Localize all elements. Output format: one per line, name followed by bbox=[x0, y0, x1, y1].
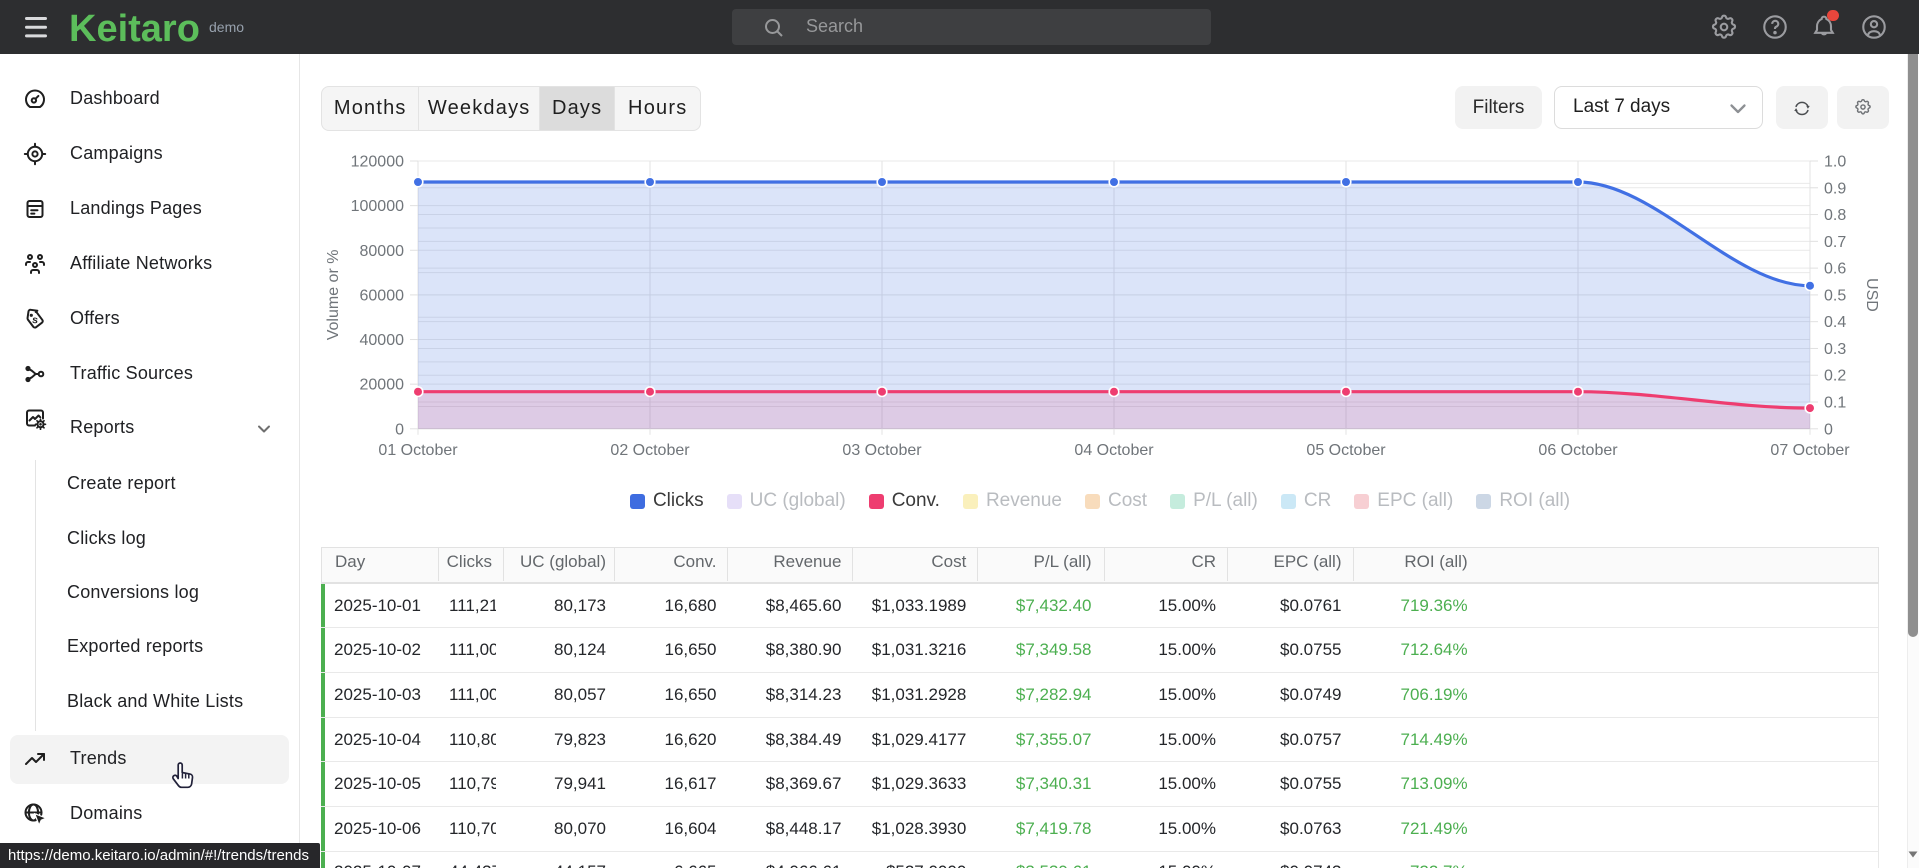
svg-text:0.2: 0.2 bbox=[1824, 368, 1846, 385]
svg-text:07 October: 07 October bbox=[1770, 442, 1850, 459]
svg-text:0.7: 0.7 bbox=[1824, 234, 1846, 251]
svg-text:0.4: 0.4 bbox=[1824, 314, 1846, 331]
svg-text:03 October: 03 October bbox=[842, 442, 922, 459]
svg-text:0: 0 bbox=[1824, 421, 1833, 438]
svg-text:100000: 100000 bbox=[351, 198, 404, 215]
svg-text:0.1: 0.1 bbox=[1824, 395, 1846, 412]
svg-text:80000: 80000 bbox=[360, 243, 405, 260]
svg-text:1.0: 1.0 bbox=[1824, 154, 1846, 171]
svg-text:40000: 40000 bbox=[360, 332, 405, 349]
svg-text:0.8: 0.8 bbox=[1824, 207, 1846, 224]
svg-text:05 October: 05 October bbox=[1306, 442, 1386, 459]
svg-text:06 October: 06 October bbox=[1538, 442, 1618, 459]
svg-text:04 October: 04 October bbox=[1074, 442, 1154, 459]
svg-text:Volume or %: Volume or % bbox=[325, 250, 342, 341]
svg-text:20000: 20000 bbox=[360, 377, 405, 394]
svg-text:120000: 120000 bbox=[351, 154, 404, 171]
svg-text:0: 0 bbox=[395, 421, 404, 438]
svg-text:0.6: 0.6 bbox=[1824, 261, 1846, 278]
svg-text:02 October: 02 October bbox=[610, 442, 690, 459]
svg-text:01 October: 01 October bbox=[378, 442, 458, 459]
svg-text:0.5: 0.5 bbox=[1824, 287, 1846, 304]
svg-text:0.3: 0.3 bbox=[1824, 341, 1846, 358]
svg-text:0.9: 0.9 bbox=[1824, 180, 1846, 197]
svg-text:USD: USD bbox=[1863, 278, 1880, 312]
svg-text:60000: 60000 bbox=[360, 287, 405, 304]
